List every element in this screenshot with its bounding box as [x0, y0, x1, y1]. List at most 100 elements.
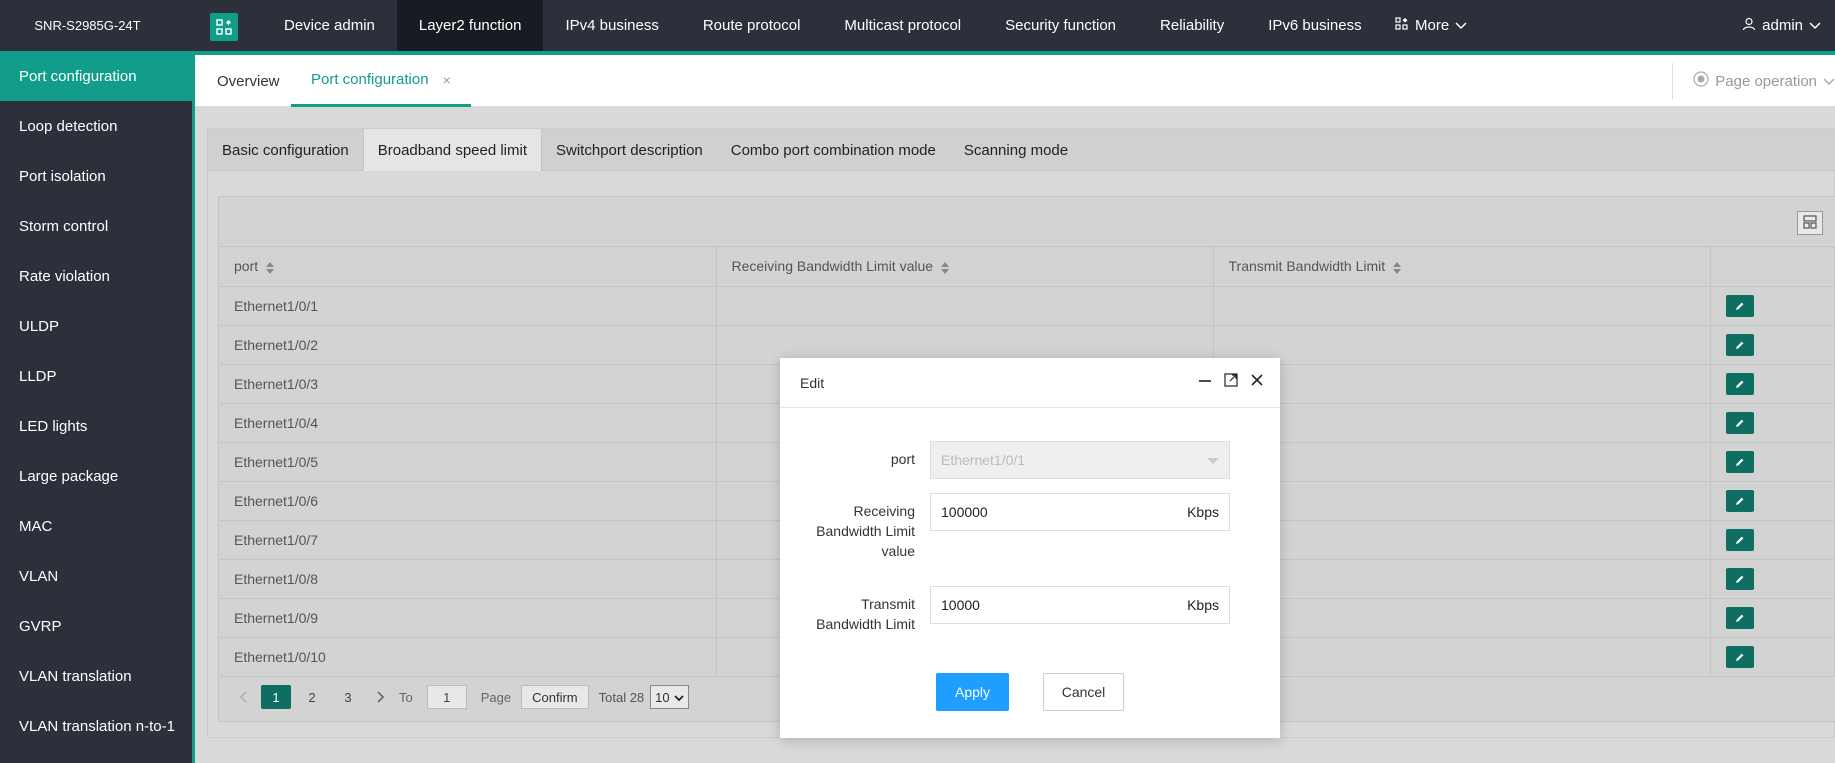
apps-grid-icon[interactable]	[210, 13, 238, 41]
sidebar-item-vlan-translation[interactable]: VLAN translation	[0, 651, 192, 701]
cell-port: Ethernet1/0/9	[219, 598, 717, 638]
port-select[interactable]: Ethernet1/0/1	[930, 441, 1230, 479]
col-header-receiving-limit[interactable]: Receiving Bandwidth Limit value	[716, 247, 1214, 287]
sidebar-item-storm-control[interactable]: Storm control	[0, 201, 192, 251]
col-header-label: Receiving Bandwidth Limit value	[731, 258, 934, 275]
goto-page-input[interactable]: 1	[426, 685, 467, 709]
page-1-button[interactable]: 1	[261, 685, 291, 709]
sidebar-item-led-lights[interactable]: LED lights	[0, 401, 192, 451]
sidebar-item-rate-violation[interactable]: Rate violation	[0, 251, 192, 301]
minimize-icon[interactable]	[1198, 373, 1212, 390]
nav-route-protocol[interactable]: Route protocol	[681, 0, 823, 51]
pencil-icon	[1735, 454, 1745, 470]
subtab-broadband-speed-limit[interactable]: Broadband speed limit	[362, 129, 543, 171]
transmit-limit-unit: Kbps	[1187, 597, 1219, 613]
pencil-icon	[1735, 415, 1745, 431]
cell-port: Ethernet1/0/8	[219, 559, 717, 599]
sidebar-item-vlan-translation-n-to-1[interactable]: VLAN translation n-to-1	[0, 701, 192, 751]
edit-button[interactable]	[1725, 606, 1754, 629]
edit-button[interactable]	[1725, 333, 1754, 356]
nav-security-function[interactable]: Security function	[983, 0, 1138, 51]
cell-port: Ethernet1/0/7	[219, 520, 717, 560]
table-header-row: port Receiving Bandwidth Limit value Tra…	[219, 247, 1835, 287]
maximize-icon[interactable]	[1224, 373, 1238, 390]
cell-port: Ethernet1/0/4	[219, 403, 717, 443]
receiving-limit-label: Receiving Bandwidth Limit value	[780, 493, 915, 561]
page-3-button[interactable]: 3	[333, 685, 363, 709]
close-icon[interactable]	[1250, 373, 1264, 390]
goto-confirm-button[interactable]: Confirm	[521, 685, 589, 709]
nav-ipv4-business[interactable]: IPv4 business	[543, 0, 680, 51]
sidebar-item-port-isolation[interactable]: Port isolation	[0, 151, 192, 201]
transmit-limit-input[interactable]: 10000 Kbps	[930, 586, 1230, 624]
sidebar-item-mac[interactable]: MAC	[0, 501, 192, 551]
sidebar-item-uldp[interactable]: ULDP	[0, 301, 192, 351]
sort-icon[interactable]	[1393, 261, 1402, 274]
cancel-button[interactable]: Cancel	[1043, 673, 1124, 711]
sidebar-item-gvrp[interactable]: GVRP	[0, 601, 192, 651]
sidebar-item-port-configuration[interactable]: Port configuration	[0, 51, 192, 101]
total-count: Total 28	[598, 689, 645, 705]
col-header-port[interactable]: port	[219, 247, 717, 287]
table-toolbar	[219, 197, 1835, 247]
page-size-value: 10	[655, 689, 670, 705]
sidebar-item-loop-detection[interactable]: Loop detection	[0, 101, 192, 151]
edit-button[interactable]	[1725, 645, 1754, 668]
cell-transmit-limit	[1213, 520, 1711, 560]
page-operation-label: Page operation	[1715, 72, 1817, 90]
sidebar-item-large-package[interactable]: Large package	[0, 451, 192, 501]
table-row: Ethernet1/0/1	[219, 286, 1835, 326]
pagination: 1 2 3 To 1 Page Confirm Total 28 10	[219, 677, 689, 717]
receiving-limit-input[interactable]: 100000 Kbps	[930, 493, 1230, 531]
sort-icon[interactable]	[941, 261, 950, 274]
cell-actions	[1710, 520, 1835, 560]
apply-button[interactable]: Apply	[936, 673, 1009, 711]
subtab-scanning-mode[interactable]: Scanning mode	[950, 129, 1082, 171]
form-row-port: port Ethernet1/0/1	[780, 441, 1280, 479]
edit-button[interactable]	[1725, 411, 1754, 434]
nav-ipv6-business[interactable]: IPv6 business	[1246, 0, 1383, 51]
column-filter-button[interactable]	[1797, 211, 1823, 235]
edit-button[interactable]	[1725, 528, 1754, 551]
goto-to-label: To	[399, 689, 413, 705]
cell-actions	[1710, 559, 1835, 599]
col-header-label: Transmit Bandwidth Limit	[1228, 258, 1386, 275]
edit-button[interactable]	[1725, 489, 1754, 512]
cell-transmit-limit	[1213, 286, 1711, 326]
more-grid-icon	[1395, 16, 1409, 35]
chevron-right-icon[interactable]	[369, 691, 393, 703]
edit-button[interactable]	[1725, 567, 1754, 590]
close-icon[interactable]: ×	[443, 72, 451, 88]
subtab-switchport-description[interactable]: Switchport description	[542, 129, 717, 171]
cell-transmit-limit	[1213, 481, 1711, 521]
page-operation-menu[interactable]: Page operation	[1672, 63, 1835, 99]
subtab-basic-configuration[interactable]: Basic configuration	[208, 129, 363, 171]
cell-actions	[1710, 286, 1835, 326]
sidebar-item-vlan[interactable]: VLAN	[0, 551, 192, 601]
nav-layer2-function[interactable]: Layer2 function	[396, 0, 544, 51]
subtab-combo-port-combination-mode[interactable]: Combo port combination mode	[717, 129, 950, 171]
cell-transmit-limit	[1213, 637, 1711, 677]
tab-port-configuration[interactable]: Port configuration ×	[291, 55, 471, 107]
cell-actions	[1710, 364, 1835, 404]
col-header-transmit-limit[interactable]: Transmit Bandwidth Limit	[1213, 247, 1711, 287]
page-size-select[interactable]: 10	[650, 685, 689, 709]
sort-icon[interactable]	[266, 261, 275, 274]
nav-device-admin[interactable]: Device admin	[262, 0, 397, 51]
edit-button[interactable]	[1725, 294, 1754, 317]
user-menu[interactable]: admin	[1742, 0, 1821, 51]
edit-button[interactable]	[1725, 372, 1754, 395]
tab-overview[interactable]: Overview	[197, 55, 300, 107]
chevron-left-icon[interactable]	[231, 691, 255, 703]
pencil-icon	[1735, 376, 1745, 392]
nav-multicast-protocol[interactable]: Multicast protocol	[822, 0, 983, 51]
nav-more-menu[interactable]: More	[1395, 0, 1467, 51]
user-icon	[1742, 17, 1756, 35]
edit-button[interactable]	[1725, 450, 1754, 473]
cell-port: Ethernet1/0/6	[219, 481, 717, 521]
page-2-button[interactable]: 2	[297, 685, 327, 709]
cell-actions	[1710, 637, 1835, 677]
nav-reliability[interactable]: Reliability	[1138, 0, 1246, 51]
pencil-icon	[1735, 532, 1745, 548]
sidebar-item-lldp[interactable]: LLDP	[0, 351, 192, 401]
